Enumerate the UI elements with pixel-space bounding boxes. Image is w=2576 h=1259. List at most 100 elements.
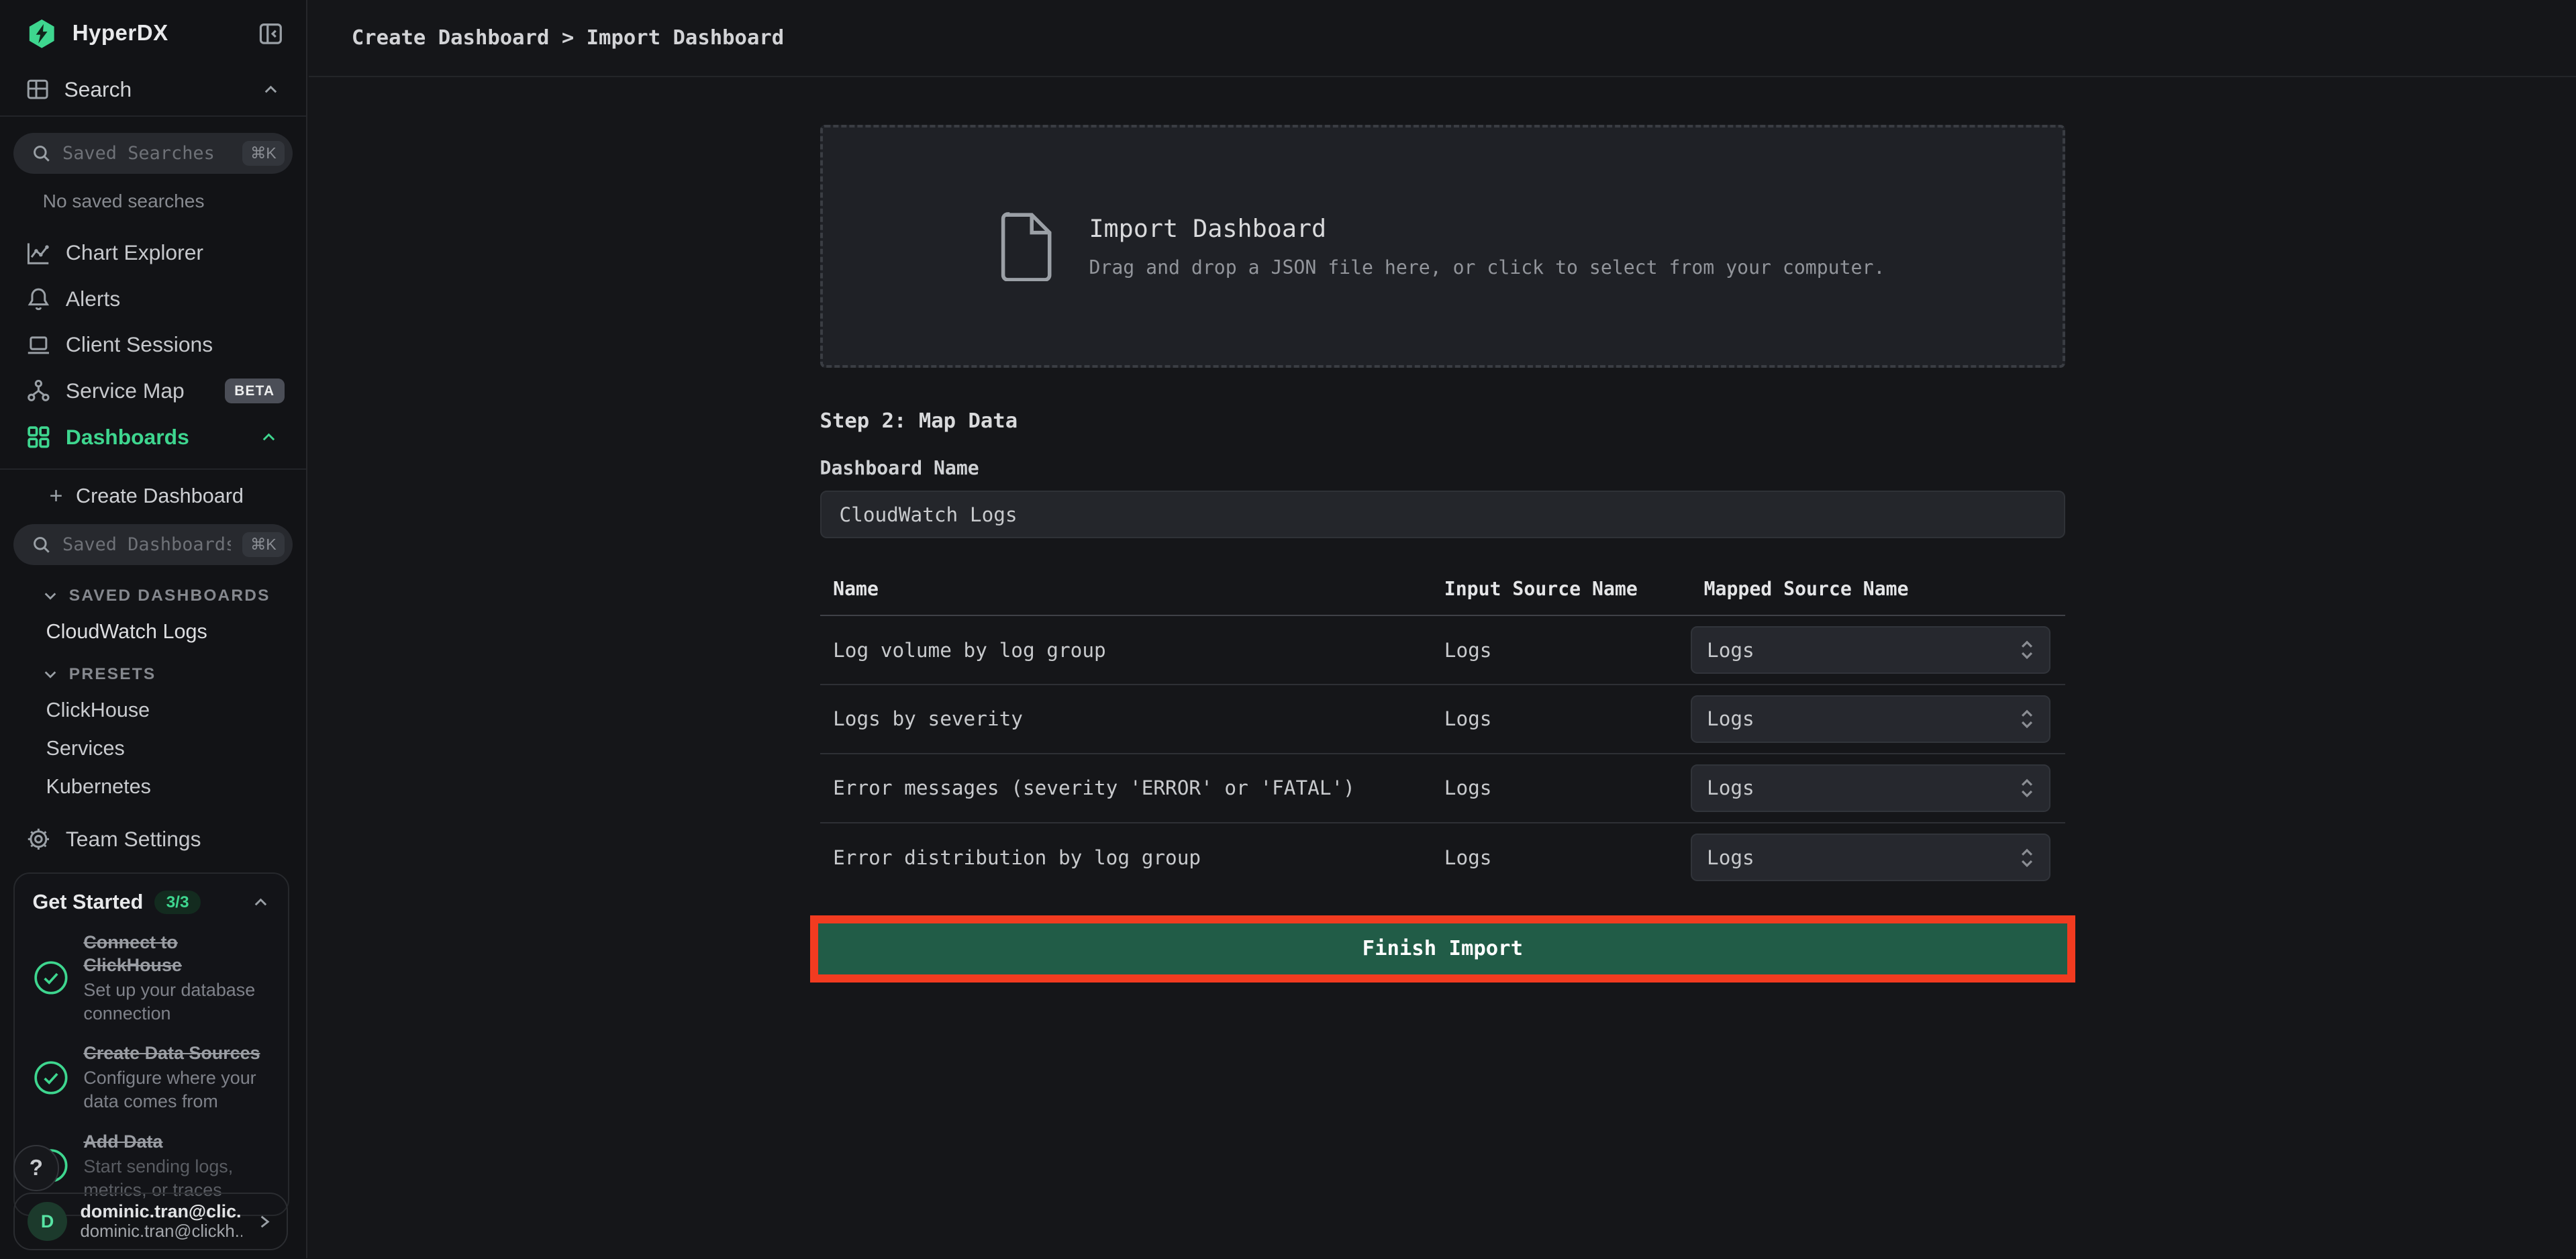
finish-import-button[interactable]: Finish Import — [818, 923, 2067, 974]
chart-explorer-icon — [26, 241, 51, 266]
table-row: Error distribution by log group Logs Log… — [820, 823, 2066, 893]
table-body: Log volume by log group Logs Logs Logs b… — [820, 616, 2066, 892]
app-root: { "app": { "name": "HyperDX" }, "topbar"… — [0, 0, 2576, 1258]
magnifier-icon — [32, 144, 51, 163]
get-started-header[interactable]: Get Started 3/3 — [33, 891, 270, 914]
step-heading: Step 2: Map Data — [820, 409, 2066, 433]
nav-label: Service Map — [66, 379, 185, 403]
table-header: Name Input Source Name Mapped Source Nam… — [820, 563, 2066, 616]
input-source-cell: Logs — [1431, 776, 1691, 799]
chevron-up-icon — [252, 893, 270, 911]
search-section-label: Search — [64, 77, 132, 102]
sidebar-item-dashboards[interactable]: Dashboards — [0, 414, 306, 460]
mapped-source-select[interactable]: Logs — [1691, 695, 2050, 743]
bell-icon — [26, 287, 51, 311]
plus-icon: + — [49, 485, 62, 507]
presets-group[interactable]: PRESETS — [0, 644, 306, 684]
task-title: Connect to ClickHouse — [83, 931, 270, 977]
column-header-name: Name — [820, 578, 1432, 600]
task-title: Create Data Sources — [83, 1042, 270, 1064]
saved-dashboards-group[interactable]: SAVED DASHBOARDS — [0, 565, 306, 605]
saved-searches-input[interactable]: ⌘K — [13, 133, 293, 174]
progress-badge: 3/3 — [154, 891, 200, 914]
input-source-cell: Logs — [1431, 707, 1691, 730]
sidebar-item-team-settings[interactable]: Team Settings — [0, 799, 306, 852]
magnifier-icon — [32, 535, 51, 554]
create-dashboard-button[interactable]: + Create Dashboard — [0, 470, 306, 508]
saved-searches-field[interactable] — [62, 143, 231, 164]
search-board-icon — [26, 78, 49, 101]
dropzone-title: Import Dashboard — [1089, 214, 1885, 243]
dropzone-text: Import Dashboard Drag and drop a JSON fi… — [1089, 214, 1885, 279]
beta-badge: BETA — [225, 379, 285, 403]
chart-name-cell: Error messages (severity 'ERROR' or 'FAT… — [820, 776, 1432, 799]
chevron-down-icon — [43, 667, 58, 682]
laptop-icon — [26, 333, 51, 358]
dashboards-grid-icon — [26, 425, 51, 450]
user-email: dominic.tran@clickh... — [80, 1222, 242, 1242]
nav-label: Client Sessions — [66, 332, 213, 357]
nav-label: Chart Explorer — [66, 240, 203, 265]
sidebar-item-service-map[interactable]: Service Map BETA — [0, 368, 306, 414]
selected-option: Logs — [1707, 776, 1754, 799]
nav-label: Dashboards — [66, 425, 189, 450]
sidebar-item-cloudwatch-logs[interactable]: CloudWatch Logs — [0, 605, 306, 644]
check-circle-icon — [33, 1060, 69, 1096]
service-map-icon — [26, 379, 51, 403]
select-chevrons-icon — [2020, 707, 2034, 732]
team-settings-label: Team Settings — [66, 827, 201, 852]
sidebar-item-client-sessions[interactable]: Client Sessions — [0, 322, 306, 368]
get-started-title: Get Started — [33, 891, 144, 914]
mapped-source-select[interactable]: Logs — [1691, 834, 2050, 881]
gear-icon — [26, 827, 51, 852]
collapse-sidebar-icon[interactable] — [258, 21, 283, 46]
saved-dashboards-input[interactable]: ⌘K — [13, 524, 293, 565]
user-account-button[interactable]: D dominic.tran@clic... dominic.tran@clic… — [13, 1193, 288, 1250]
no-saved-searches-text: No saved searches — [0, 174, 306, 211]
table-row: Logs by severity Logs Logs — [820, 685, 2066, 754]
saved-dashboards-field[interactable] — [62, 534, 231, 555]
topbar: Create Dashboard > Import Dashboard — [309, 0, 2576, 77]
shortcut-badge: ⌘K — [242, 141, 285, 166]
task-text: Add Data Start sending logs, metrics, or… — [83, 1130, 270, 1202]
mapping-table: Name Input Source Name Mapped Source Nam… — [820, 563, 2066, 892]
task-text: Create Data Sources Configure where your… — [83, 1042, 270, 1113]
table-row: Log volume by log group Logs Logs — [820, 616, 2066, 685]
sidebar-nav: Chart Explorer Alerts Client Sessions — [0, 230, 306, 470]
user-name: dominic.tran@clic... — [80, 1201, 242, 1222]
nav-label: Alerts — [66, 287, 120, 311]
chevron-up-icon — [262, 81, 280, 99]
dropzone-subtitle: Drag and drop a JSON file here, or click… — [1089, 256, 1885, 279]
chart-name-cell: Log volume by log group — [820, 639, 1432, 662]
app-header: HyperDX — [0, 0, 306, 64]
get-started-task-sources[interactable]: Create Data Sources Configure where your… — [33, 1042, 270, 1113]
mapped-source-select[interactable]: Logs — [1691, 764, 2050, 812]
finish-import-highlight: Finish Import — [810, 915, 2075, 983]
get-started-task-add-data[interactable]: Add Data Start sending logs, metrics, or… — [33, 1130, 270, 1202]
sidebar-item-services[interactable]: Services — [0, 722, 306, 760]
task-title: Add Data — [83, 1130, 270, 1153]
chevron-down-icon — [43, 589, 58, 603]
mapped-source-select[interactable]: Logs — [1691, 626, 2050, 674]
sidebar-item-kubernetes[interactable]: Kubernetes — [0, 760, 306, 799]
main-content: Import Dashboard Drag and drop a JSON fi… — [309, 79, 2576, 1259]
app-title: HyperDX — [72, 21, 168, 46]
help-button[interactable]: ? — [13, 1145, 60, 1191]
dashboard-name-label: Dashboard Name — [820, 457, 2066, 479]
table-row: Error messages (severity 'ERROR' or 'FAT… — [820, 754, 2066, 823]
select-chevrons-icon — [2020, 846, 2034, 870]
json-dropzone[interactable]: Import Dashboard Drag and drop a JSON fi… — [820, 125, 2066, 368]
get-started-task-connect[interactable]: Connect to ClickHouse Set up your databa… — [33, 931, 270, 1025]
sidebar-item-clickhouse[interactable]: ClickHouse — [0, 684, 306, 722]
chart-name-cell: Error distribution by log group — [820, 846, 1432, 869]
dashboard-name-input[interactable] — [820, 491, 2066, 538]
chevron-right-icon — [255, 1213, 273, 1231]
group-label-text: SAVED DASHBOARDS — [69, 587, 270, 605]
breadcrumb[interactable]: Create Dashboard > Import Dashboard — [352, 26, 784, 50]
selected-option: Logs — [1707, 707, 1754, 730]
column-header-input-source: Input Source Name — [1431, 578, 1691, 600]
sidebar-item-search[interactable]: Search — [0, 64, 306, 116]
task-text: Connect to ClickHouse Set up your databa… — [83, 931, 270, 1025]
sidebar-item-chart-explorer[interactable]: Chart Explorer — [0, 230, 306, 276]
sidebar-item-alerts[interactable]: Alerts — [0, 276, 306, 322]
